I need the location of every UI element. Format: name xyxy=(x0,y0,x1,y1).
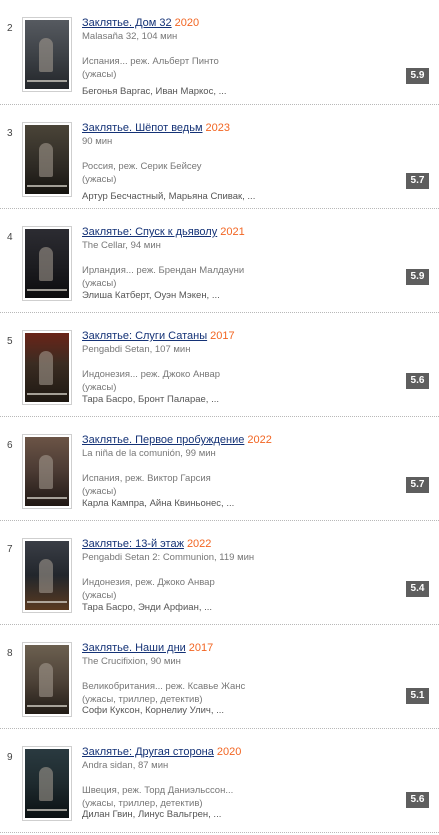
genre: (ужасы) xyxy=(82,174,117,185)
movie-title-link[interactable]: Заклятье. Шёпот ведьм xyxy=(82,122,203,134)
movie-poster[interactable] xyxy=(22,746,72,821)
country-director: Швеция, реж. Торд Даниэльссон... xyxy=(82,785,234,796)
country-director: Индонезия, реж. Джоко Анвар xyxy=(82,577,215,588)
cast: Дилан Гвин, Линус Вальгрен, ... xyxy=(82,809,222,820)
movie-year: 2023 xyxy=(205,122,230,134)
rating-badge: 5.6 xyxy=(406,792,429,808)
movie-year: 2020 xyxy=(174,17,200,29)
movie-year: 2022 xyxy=(186,538,212,550)
movie-title-link[interactable]: Заклятье: Спуск к дьяволу xyxy=(82,226,217,238)
country-director: Ирландия... реж. Брендан Малдауни xyxy=(82,265,245,276)
genre: (ужасы) xyxy=(82,69,117,80)
country-director: Индонезия... реж. Джоко Анвар xyxy=(82,369,221,380)
cast: Тара Басро, Энди Арфиан, ... xyxy=(82,602,213,613)
cast: Бегонья Варгас, Иван Маркос, ... xyxy=(82,86,227,97)
movie-poster[interactable] xyxy=(22,434,72,509)
item-number: 5 xyxy=(7,336,13,347)
list-item: 4 Заклятье: Спуск к дьяволу 2021 The Cell… xyxy=(0,209,439,313)
rating-badge: 5.4 xyxy=(406,581,429,597)
movie-title-link[interactable]: Заклятье. Дом 32 xyxy=(82,17,172,29)
movie-title-link[interactable]: Заклятье: Слуги Сатаны xyxy=(82,330,207,342)
cast: Элиша Катберт, Оуэн Мэкен, ... xyxy=(82,290,220,301)
country-director: Великобритания... реж. Ксавье Жанс xyxy=(82,681,246,692)
item-number: 4 xyxy=(7,232,13,243)
cast: Артур Бесчастный, Марьяна Спивак, ... xyxy=(82,191,256,202)
cast: Тара Басро, Бронт Паларае, ... xyxy=(82,394,220,405)
item-number: 8 xyxy=(7,648,13,659)
original-title-duration: Pengabdi Setan 2: Communion, 119 мин xyxy=(82,552,255,563)
list-item: 2 Заклятье. Дом 32 2020 Malasaña 32, 104 … xyxy=(0,0,439,105)
original-title-duration: Andra sidan, 87 мин xyxy=(82,760,169,771)
movie-year: 2020 xyxy=(216,746,242,758)
rating-badge: 5.1 xyxy=(406,688,429,704)
item-number: 6 xyxy=(7,440,13,451)
item-number: 3 xyxy=(7,128,13,139)
rating-badge: 5.9 xyxy=(406,68,429,84)
movie-year: 2017 xyxy=(210,330,235,342)
movie-title-link[interactable]: Заклятье: Другая сторона xyxy=(82,746,214,758)
item-number: 2 xyxy=(7,23,13,34)
rating-badge: 5.7 xyxy=(406,477,429,493)
original-title-duration: 90 мин xyxy=(82,136,113,147)
movie-poster[interactable] xyxy=(22,226,72,301)
country-director: Испания... реж. Альберт Пинто xyxy=(82,56,219,67)
movie-year: 2021 xyxy=(220,226,245,238)
movie-year: 2022 xyxy=(247,434,272,446)
country-director: Россия, реж. Серик Бейсеу xyxy=(82,161,202,172)
search-results-list: 2 Заклятье. Дом 32 2020 Malasaña 32, 104 … xyxy=(0,0,439,833)
movie-poster[interactable] xyxy=(22,642,72,717)
country-director: Испания, реж. Виктор Гарсия xyxy=(82,473,211,484)
item-number: 9 xyxy=(7,752,13,763)
movie-year: 2017 xyxy=(188,642,214,654)
list-item: 8 Заклятье. Наши дни 2017 The Crucifixion… xyxy=(0,625,439,729)
list-item: 9 Заклятье: Другая сторона 2020 Andra sid… xyxy=(0,729,439,833)
rating-badge: 5.6 xyxy=(406,373,429,389)
original-title-duration: Malasaña 32, 104 мин xyxy=(82,31,178,42)
cast: Карла Кампра, Айна Квиньонес, ... xyxy=(82,498,235,509)
item-number: 7 xyxy=(7,544,13,555)
movie-poster[interactable] xyxy=(22,330,72,405)
list-item: 3 Заклятье. Шёпот ведьм 2023 90 мин Росси… xyxy=(0,105,439,209)
original-title-duration: The Crucifixion, 90 мин xyxy=(82,656,181,667)
movie-title-link[interactable]: Заклятье. Наши дни xyxy=(82,642,186,654)
list-item: 6 Заклятье. Первое пробуждение 2022 La ni… xyxy=(0,417,439,521)
original-title-duration: La niña de la comunión, 99 мин xyxy=(82,448,216,459)
original-title-duration: Pengabdi Setan, 107 мин xyxy=(82,344,191,355)
cast: Софи Куксон, Корнелиу Улич, ... xyxy=(82,705,225,716)
rating-badge: 5.9 xyxy=(406,269,429,285)
original-title-duration: The Cellar, 94 мин xyxy=(82,240,161,251)
list-item: 5 Заклятье: Слуги Сатаны 2017 Pengabdi Se… xyxy=(0,313,439,417)
movie-title-link[interactable]: Заклятье. Первое пробуждение xyxy=(82,434,244,446)
movie-poster[interactable] xyxy=(22,538,72,613)
rating-badge: 5.7 xyxy=(406,173,429,189)
movie-title-link[interactable]: Заклятье: 13-й этаж xyxy=(82,538,184,550)
list-item: 7 Заклятье: 13-й этаж 2022 Pengabdi Setan… xyxy=(0,521,439,625)
movie-poster[interactable] xyxy=(22,17,72,92)
movie-poster[interactable] xyxy=(22,122,72,197)
